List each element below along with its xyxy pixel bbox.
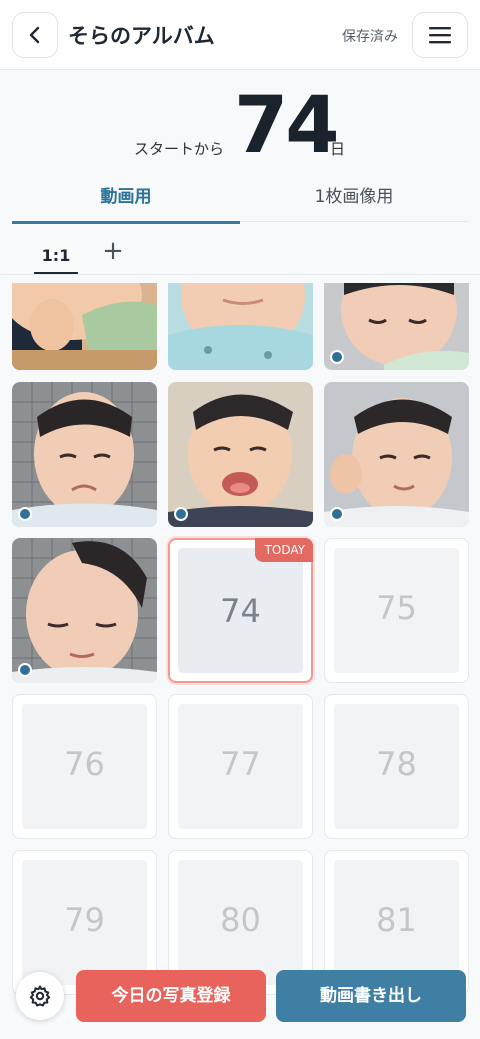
registered-dot xyxy=(174,507,188,521)
photo-cell[interactable] xyxy=(12,283,157,370)
day-number: 75 xyxy=(376,589,417,627)
album-title: そらのアルバム xyxy=(68,24,215,48)
photo-cell[interactable] xyxy=(168,283,313,370)
empty-day-cell[interactable]: 78 xyxy=(324,694,469,839)
empty-day-cell[interactable]: 76 xyxy=(12,694,157,839)
tab-video[interactable]: 動画用 xyxy=(12,178,240,224)
export-video-button[interactable]: 動画書き出し xyxy=(276,970,466,1022)
saved-status: 保存済み xyxy=(342,29,398,45)
register-todays-photo-button[interactable]: 今日の写真登録 xyxy=(76,970,266,1022)
add-ratio-button[interactable]: + xyxy=(100,236,126,266)
day-number: 79 xyxy=(64,901,105,939)
empty-day-cell[interactable]: 77 xyxy=(168,694,313,839)
mode-tabs: 動画用 1枚画像用 xyxy=(12,178,468,224)
counter-prefix: スタートから xyxy=(134,140,225,158)
day-counter: スタートから 74 日 xyxy=(0,84,480,168)
gear-icon xyxy=(29,985,51,1007)
day-number: 78 xyxy=(376,745,417,783)
counter-days: 74 xyxy=(234,81,340,171)
photo-cell[interactable] xyxy=(168,382,313,527)
top-header: そらのアルバム 保存済み xyxy=(0,0,480,70)
registered-dot xyxy=(330,507,344,521)
registered-dot xyxy=(18,507,32,521)
baby-photo xyxy=(168,382,313,527)
photo-cell[interactable] xyxy=(12,538,157,683)
app-root: そらのアルバム 保存済み スタートから 74 日 動画用 1枚画像用 1:1 + xyxy=(0,0,480,1039)
registered-dot xyxy=(18,663,32,677)
registered-dot xyxy=(330,350,344,364)
baby-photo xyxy=(12,382,157,527)
tab-single-image[interactable]: 1枚画像用 xyxy=(240,178,468,222)
baby-photo xyxy=(168,283,313,370)
ratio-tab-1-1[interactable]: 1:1 xyxy=(28,236,84,274)
divider xyxy=(0,274,480,275)
today-badge: TODAY xyxy=(254,538,313,562)
day-number: 81 xyxy=(376,901,417,939)
empty-day-cell[interactable]: 75 xyxy=(324,538,469,683)
hamburger-menu-icon xyxy=(429,27,451,44)
photo-cell[interactable] xyxy=(324,283,469,370)
baby-photo xyxy=(324,283,469,370)
day-number: 77 xyxy=(220,745,261,783)
photo-grid: 74 TODAY 75 76 77 78 79 80 81 xyxy=(0,283,480,1039)
today-day-number: 74 xyxy=(220,592,261,630)
today-cell[interactable]: 74 TODAY xyxy=(168,538,313,683)
counter-unit: 日 xyxy=(330,140,346,158)
photo-cell[interactable] xyxy=(12,382,157,527)
settings-button[interactable] xyxy=(16,972,64,1020)
chevron-left-icon xyxy=(29,26,40,44)
photo-cell[interactable] xyxy=(324,382,469,527)
menu-button[interactable] xyxy=(412,12,468,58)
baby-photo xyxy=(12,538,157,683)
back-button[interactable] xyxy=(12,12,58,58)
baby-photo xyxy=(12,283,157,370)
baby-photo xyxy=(324,382,469,527)
day-number: 76 xyxy=(64,745,105,783)
day-number: 80 xyxy=(220,901,261,939)
